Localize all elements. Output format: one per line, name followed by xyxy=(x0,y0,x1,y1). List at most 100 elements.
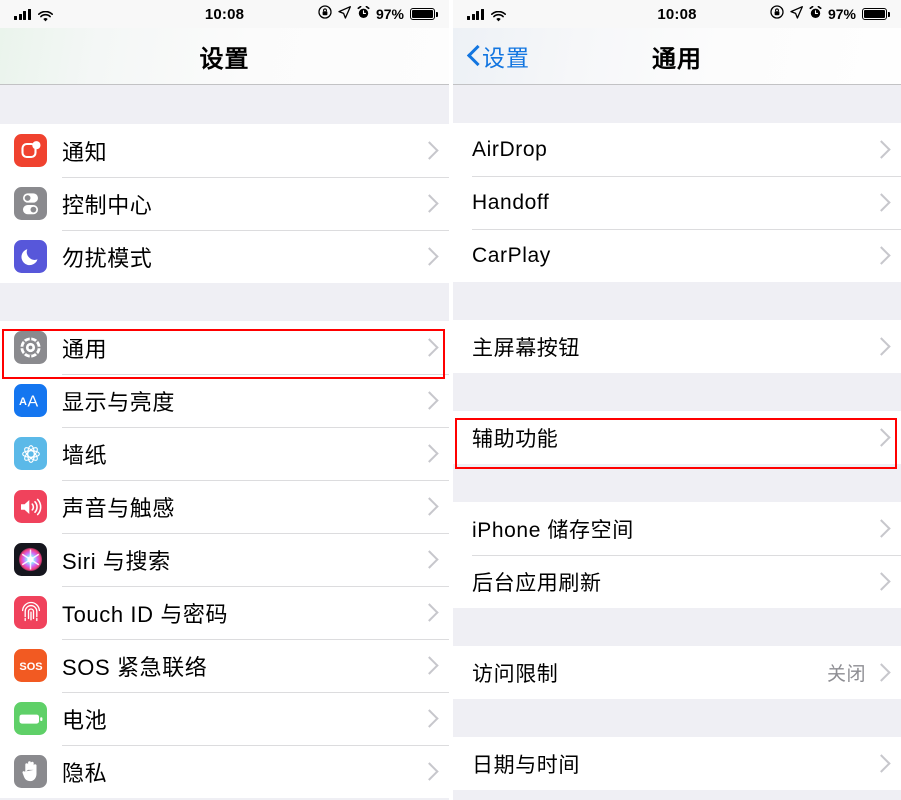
settings-row-carplay[interactable]: CarPlay xyxy=(453,229,901,282)
battery-settings-icon xyxy=(14,702,47,735)
settings-row-label: Siri 与搜索 xyxy=(62,548,171,574)
settings-row-iphone-储存空间[interactable]: iPhone 储存空间 xyxy=(453,502,901,555)
settings-row-辅助功能[interactable]: 辅助功能 xyxy=(453,411,901,464)
settings-row-label: 日期与时间 xyxy=(472,753,580,777)
settings-row-日期与时间[interactable]: 日期与时间 xyxy=(453,737,901,790)
alarm-clock-icon xyxy=(809,5,822,23)
settings-group: 通用 A A 显示与亮度墙纸声音与触感 Siri 与搜索 Touch ID 与密码 SOS S… xyxy=(0,321,449,798)
settings-row-airdrop[interactable]: AirDrop xyxy=(453,123,901,176)
settings-row-访问限制[interactable]: 访问限制 关闭 xyxy=(453,646,901,699)
settings-row-label: 控制中心 xyxy=(62,192,153,218)
general-screen: 10:08 97% 设置 通用 AirDrop Handoff CarPlay … xyxy=(453,0,901,800)
battery-icon xyxy=(862,8,890,20)
settings-screen: 10:08 97% 设置 通知控制中心勿扰模式通用 A A 显示与亮度墙纸声音与触感 S… xyxy=(0,0,449,800)
chevron-right-icon xyxy=(423,656,434,675)
do-not-disturb-icon xyxy=(14,240,47,273)
section-spacer xyxy=(453,608,901,646)
chevron-right-icon xyxy=(875,754,886,773)
rotation-lock-icon xyxy=(318,5,332,23)
chevron-right-icon xyxy=(875,193,886,212)
control-center-icon xyxy=(14,187,47,220)
settings-row-label: 声音与触感 xyxy=(62,495,176,521)
settings-row-label: 隐私 xyxy=(62,760,108,786)
general-list: AirDrop Handoff CarPlay 主屏幕按钮辅助功能 iPhone 储存空… xyxy=(453,85,901,790)
chevron-right-icon xyxy=(423,444,434,463)
settings-row-控制中心[interactable]: 控制中心 xyxy=(0,177,449,230)
settings-row-后台应用刷新[interactable]: 后台应用刷新 xyxy=(453,555,901,608)
chevron-right-icon xyxy=(423,391,434,410)
status-bar-right: 10:08 97% xyxy=(453,0,901,28)
settings-row-声音与触感[interactable]: 声音与触感 xyxy=(0,480,449,533)
chevron-right-icon xyxy=(875,663,886,682)
settings-row-label: iPhone 储存空间 xyxy=(472,518,634,542)
settings-row-隐私[interactable]: 隐私 xyxy=(0,745,449,798)
section-spacer xyxy=(453,464,901,502)
settings-group: 访问限制 关闭 xyxy=(453,646,901,699)
settings-row-label: 勿扰模式 xyxy=(62,245,153,271)
touch-id-icon xyxy=(14,596,47,629)
section-spacer xyxy=(0,283,449,321)
chevron-right-icon xyxy=(423,247,434,266)
navigation-bar-left: 设置 xyxy=(0,28,449,85)
display-brightness-icon: AA xyxy=(14,384,47,417)
emergency-sos-icon: SOS xyxy=(14,649,47,682)
settings-group: 辅助功能 xyxy=(453,411,901,464)
wallpaper-icon xyxy=(14,437,47,470)
settings-group: 主屏幕按钮 xyxy=(453,320,901,373)
svg-text:A: A xyxy=(19,396,27,408)
notifications-icon xyxy=(14,134,47,167)
chevron-right-icon xyxy=(423,550,434,569)
dual-screenshot-container: 10:08 97% 设置 通知控制中心勿扰模式通用 A A 显示与亮度墙纸声音与触感 S… xyxy=(0,0,901,800)
section-spacer xyxy=(0,85,449,124)
settings-row-touch-id-与密码[interactable]: Touch ID 与密码 xyxy=(0,586,449,639)
chevron-left-icon xyxy=(467,45,480,67)
privacy-hand-icon xyxy=(14,755,47,788)
settings-group: 通知控制中心勿扰模式 xyxy=(0,124,449,283)
chevron-right-icon xyxy=(423,497,434,516)
chevron-right-icon xyxy=(875,140,886,159)
settings-row-勿扰模式[interactable]: 勿扰模式 xyxy=(0,230,449,283)
settings-row-label: 显示与亮度 xyxy=(62,389,176,415)
settings-row-label: 后台应用刷新 xyxy=(472,571,602,595)
chevron-right-icon xyxy=(423,338,434,357)
back-button[interactable]: 设置 xyxy=(453,39,530,73)
settings-row-label: Touch ID 与密码 xyxy=(62,601,229,627)
settings-row-sos-紧急联络[interactable]: SOS SOS 紧急联络 xyxy=(0,639,449,692)
settings-row-墙纸[interactable]: 墙纸 xyxy=(0,427,449,480)
status-bar-left: 10:08 97% xyxy=(0,0,449,28)
settings-row-label: AirDrop xyxy=(472,137,548,161)
settings-row-通用[interactable]: 通用 xyxy=(0,321,449,374)
settings-row-电池[interactable]: 电池 xyxy=(0,692,449,745)
battery-percentage: 97% xyxy=(827,6,856,22)
settings-row-handoff[interactable]: Handoff xyxy=(453,176,901,229)
settings-row-siri-与搜索[interactable]: Siri 与搜索 xyxy=(0,533,449,586)
settings-row-label: 主屏幕按钮 xyxy=(472,336,580,360)
alarm-clock-icon xyxy=(357,5,370,23)
chevron-right-icon xyxy=(423,194,434,213)
settings-row-显示与亮度[interactable]: A A 显示与亮度 xyxy=(0,374,449,427)
chevron-right-icon xyxy=(423,762,434,781)
settings-row-label: 通用 xyxy=(62,336,108,362)
settings-row-label: 通知 xyxy=(62,139,108,165)
settings-row-label: 访问限制 xyxy=(472,662,559,686)
settings-row-label: CarPlay xyxy=(472,243,551,267)
chevron-right-icon xyxy=(423,141,434,160)
chevron-right-icon xyxy=(875,246,886,265)
location-arrow-icon xyxy=(790,5,803,23)
navigation-bar-right: 设置 通用 xyxy=(453,28,901,85)
chevron-right-icon xyxy=(875,519,886,538)
settings-row-主屏幕按钮[interactable]: 主屏幕按钮 xyxy=(453,320,901,373)
settings-row-通知[interactable]: 通知 xyxy=(0,124,449,177)
battery-percentage: 97% xyxy=(375,6,404,22)
chevron-right-icon xyxy=(875,572,886,591)
svg-text:A: A xyxy=(27,394,38,410)
sounds-haptics-icon xyxy=(14,490,47,523)
siri-search-icon xyxy=(14,543,47,576)
rotation-lock-icon xyxy=(770,5,784,23)
status-bar-right-group: 97% xyxy=(318,5,438,23)
section-spacer xyxy=(453,282,901,320)
settings-row-label: 电池 xyxy=(62,707,108,733)
svg-text:SOS: SOS xyxy=(19,661,42,673)
section-spacer xyxy=(453,373,901,411)
chevron-right-icon xyxy=(875,337,886,356)
